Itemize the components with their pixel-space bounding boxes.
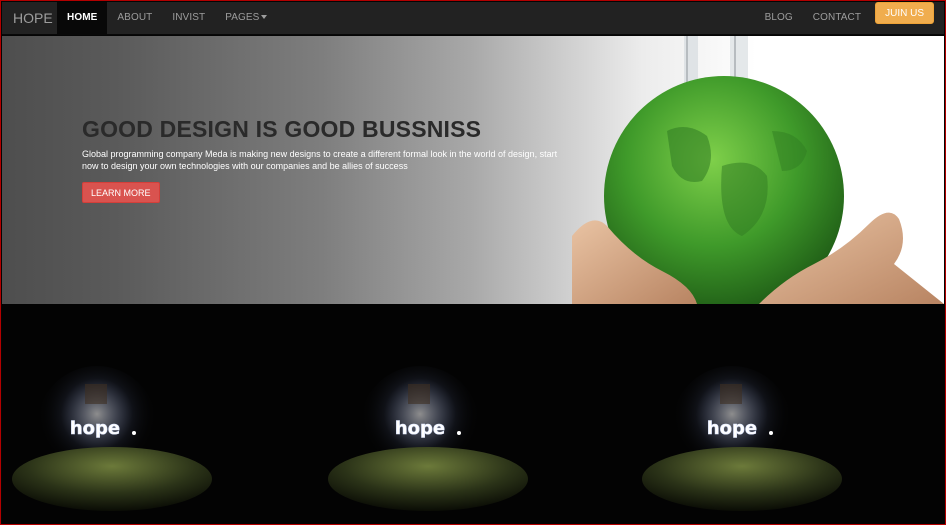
hope-neon-sign-image: hope bbox=[12, 366, 212, 511]
top-navbar: HOPE HOME ABOUT INVIST PAGES BLOG CONTAC… bbox=[2, 2, 944, 35]
nav-right-menu: BLOG CONTACT JUIN US bbox=[755, 2, 934, 35]
hero-banner: GOOD DESIGN IS GOOD BUSSNISS Global prog… bbox=[2, 36, 944, 304]
hope-panel: hope bbox=[12, 304, 212, 524]
hero-title: GOOD DESIGN IS GOOD BUSSNISS bbox=[82, 116, 482, 142]
nav-item-about[interactable]: ABOUT bbox=[107, 2, 162, 35]
hope-neon-sign-image: hope bbox=[328, 366, 528, 511]
hope-panel: hope bbox=[642, 304, 842, 524]
learn-more-button[interactable]: LEARN MORE bbox=[82, 182, 160, 203]
nav-item-invist[interactable]: INVIST bbox=[162, 2, 215, 35]
hope-neon-sign-image: hope bbox=[642, 366, 842, 511]
hero-description: Global programming company Meda is makin… bbox=[82, 149, 558, 171]
brand-logo[interactable]: HOPE bbox=[13, 10, 53, 26]
nav-item-blog[interactable]: BLOG bbox=[755, 2, 803, 35]
hope-panel: hope bbox=[328, 304, 528, 524]
nav-item-pages-label: PAGES bbox=[225, 12, 260, 23]
svg-text:hope: hope bbox=[395, 418, 445, 439]
svg-text:hope: hope bbox=[707, 418, 757, 439]
caret-down-icon bbox=[261, 15, 268, 20]
page-frame: HOPE HOME ABOUT INVIST PAGES BLOG CONTAC… bbox=[0, 0, 946, 525]
nav-item-pages[interactable]: PAGES bbox=[215, 2, 277, 35]
nav-item-contact[interactable]: CONTACT bbox=[803, 2, 871, 35]
nav-item-home[interactable]: HOME bbox=[57, 2, 108, 35]
nav-left-menu: HOME ABOUT INVIST PAGES bbox=[57, 2, 277, 35]
earth-in-hands-image bbox=[572, 36, 944, 304]
hope-panels: hope hope hope bbox=[2, 304, 944, 524]
join-us-button[interactable]: JUIN US bbox=[875, 2, 934, 24]
svg-text:hope: hope bbox=[70, 418, 120, 439]
